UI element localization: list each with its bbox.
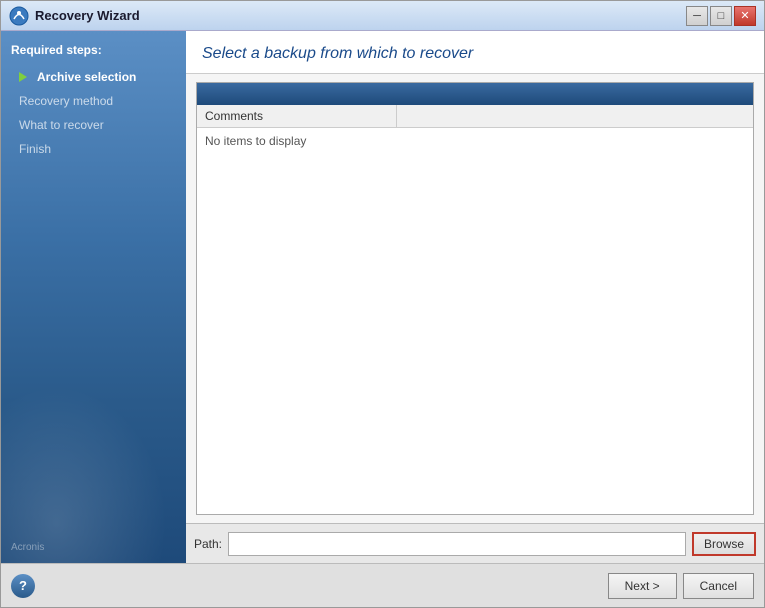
path-input[interactable] [228,532,686,556]
footer-right: Next > Cancel [608,573,754,599]
help-button[interactable]: ? [11,574,35,598]
sidebar-item-label: Finish [19,142,51,156]
sidebar-section-title: Required steps: [1,31,186,65]
sidebar-item-label: Archive selection [37,70,136,84]
empty-message: No items to display [205,134,306,148]
main-content: Comments No items to display [186,74,764,523]
close-button[interactable]: ✕ [734,6,756,26]
sidebar-item-recovery-method[interactable]: Recovery method [1,89,186,113]
window-title: Recovery Wizard [35,8,686,23]
window-controls: ─ □ ✕ [686,6,756,26]
main-panel: Select a backup from which to recover Co… [186,31,764,563]
sidebar-item-label: What to recover [19,118,104,132]
footer: ? Next > Cancel [1,563,764,607]
content-area: Required steps: Archive selection Recove… [1,31,764,563]
title-bar: Recovery Wizard ─ □ ✕ [1,1,764,31]
table-column-headers: Comments [197,105,753,128]
sidebar-item-archive-selection[interactable]: Archive selection [1,65,186,89]
recovery-wizard-window: Recovery Wizard ─ □ ✕ Required steps: Ar… [0,0,765,608]
table-body: No items to display [197,128,753,514]
app-icon [9,6,29,26]
page-title: Select a backup from which to recover [202,45,748,63]
minimize-button[interactable]: ─ [686,6,708,26]
sidebar-item-label: Recovery method [19,94,113,108]
next-button[interactable]: Next > [608,573,677,599]
sidebar: Required steps: Archive selection Recove… [1,31,186,563]
backup-table: Comments No items to display [196,82,754,515]
comments-column-header: Comments [197,105,397,127]
main-header: Select a backup from which to recover [186,31,764,74]
sidebar-item-finish[interactable]: Finish [1,137,186,161]
footer-left: ? [11,574,35,598]
cancel-button[interactable]: Cancel [683,573,754,599]
sidebar-logo: Acronis [11,542,44,553]
path-label: Path: [194,537,222,551]
browse-button[interactable]: Browse [692,532,756,556]
active-arrow-icon [19,72,27,82]
table-header-bar [197,83,753,105]
path-bar: Path: Browse [186,523,764,563]
maximize-button[interactable]: □ [710,6,732,26]
table-grid: Comments No items to display [197,105,753,514]
sidebar-item-what-to-recover[interactable]: What to recover [1,113,186,137]
